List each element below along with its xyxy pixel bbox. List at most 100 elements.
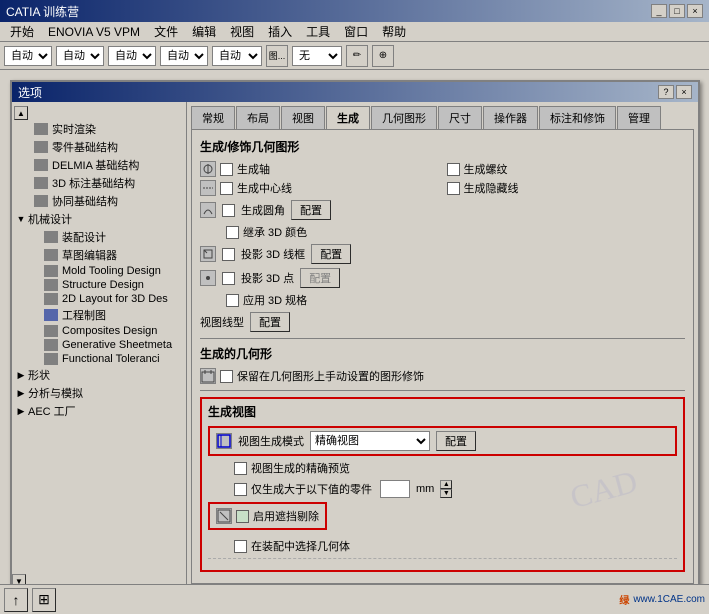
tab-geometry[interactable]: 几何图形 <box>371 106 437 129</box>
tab-operator[interactable]: 操作器 <box>483 106 538 129</box>
proj3d-checkbox[interactable] <box>222 248 235 261</box>
hidden-checkbox[interactable] <box>236 510 249 523</box>
tab-dimension[interactable]: 尺寸 <box>438 106 482 129</box>
tree-item-3d[interactable]: 3D 标注基础结构 <box>14 174 184 192</box>
toolbar-btn-3[interactable]: ⊕ <box>372 45 394 67</box>
tab-view[interactable]: 视图 <box>281 106 325 129</box>
spin-up[interactable]: ▲ <box>440 480 452 489</box>
gen-round-checkbox[interactable] <box>222 204 235 217</box>
part-icon <box>34 141 48 153</box>
config-btn-2[interactable]: 配置 <box>311 244 351 264</box>
toolbar-btn-1[interactable]: 图... <box>266 45 288 67</box>
tree-item-toleranci[interactable]: Functional Toleranci <box>14 352 184 366</box>
tab-manage[interactable]: 管理 <box>617 106 661 129</box>
gen-axis-checkbox[interactable] <box>220 163 233 176</box>
tree-group-mechanical[interactable]: ▼ 机械设计 <box>14 210 184 228</box>
preview-checkbox[interactable] <box>234 462 247 475</box>
toolbar-select-1[interactable]: 自动 <box>4 46 52 66</box>
aec-arrow: ▶ <box>16 406 26 416</box>
section3-box: 生成视图 视图生成模式 精确视图 配置 <box>200 397 685 572</box>
menu-view[interactable]: 视图 <box>224 21 260 42</box>
config-btn-1[interactable]: 配置 <box>291 200 331 220</box>
tree-item-part[interactable]: 零件基础结构 <box>14 138 184 156</box>
proj3dpt-icon <box>200 270 216 286</box>
left-scroll-up[interactable]: ▲ <box>14 106 28 120</box>
tree-group-analysis[interactable]: ▶ 分析与模拟 <box>14 384 184 402</box>
size-input[interactable] <box>380 480 410 498</box>
inherit-color-checkbox[interactable] <box>226 226 239 239</box>
tree-item-sketch[interactable]: 草图编辑器 <box>14 246 184 264</box>
toolbar-select-6[interactable]: 无 <box>292 46 342 66</box>
toolbar-select-4[interactable]: 自动 <box>160 46 208 66</box>
gen-centerline-checkbox[interactable] <box>220 182 233 195</box>
assembly-icon <box>44 231 58 243</box>
tree-item-drawing-label: 工程制图 <box>62 307 106 323</box>
menu-help[interactable]: 帮助 <box>376 21 412 42</box>
menu-file[interactable]: 文件 <box>148 21 184 42</box>
viewgenmode-select[interactable]: 精确视图 <box>310 431 430 451</box>
gen-hidden-checkbox[interactable] <box>447 182 460 195</box>
viewline-config-btn[interactable]: 配置 <box>250 312 290 332</box>
tab-general[interactable]: 常规 <box>191 106 235 129</box>
gen-thread-checkbox[interactable] <box>447 163 460 176</box>
tree-item-render[interactable]: 实时渲染 <box>14 120 184 138</box>
tree-item-assembly[interactable]: 装配设计 <box>14 228 184 246</box>
select-geom-label: 在装配中选择几何体 <box>251 538 350 554</box>
toolbar-select-5[interactable]: 自动 <box>212 46 262 66</box>
proj3dpt-label: 投影 3D 点 <box>241 270 294 286</box>
tree-item-delmia[interactable]: DELMIA 基础结构 <box>14 156 184 174</box>
render-icon <box>34 123 48 135</box>
tab-generate[interactable]: 生成 <box>326 106 370 129</box>
tree-item-structure[interactable]: Structure Design <box>14 278 184 292</box>
tab-layout[interactable]: 布局 <box>236 106 280 129</box>
maximize-button[interactable]: □ <box>669 4 685 18</box>
keep-geom-checkbox[interactable] <box>220 370 233 383</box>
tree-group-aec[interactable]: ▶ AEC 工厂 <box>14 402 184 420</box>
tab-annotation[interactable]: 标注和修饰 <box>539 106 616 129</box>
composites-icon <box>44 325 58 337</box>
toolbar-select-2[interactable]: 自动 <box>56 46 104 66</box>
config-btn-3[interactable]: 配置 <box>300 268 340 288</box>
tree-item-sketch-label: 草图编辑器 <box>62 247 117 263</box>
apply3d-label: 应用 3D 规格 <box>243 292 307 308</box>
tree-item-2dlayout[interactable]: 2D Layout for 3D Des <box>14 292 184 306</box>
spin-down[interactable]: ▼ <box>440 489 452 498</box>
3d-icon <box>34 177 48 189</box>
menu-edit[interactable]: 编辑 <box>186 21 222 42</box>
dialog-close-button[interactable]: × <box>676 85 692 99</box>
menu-enovia[interactable]: ENOVIA V5 VPM <box>42 23 146 41</box>
tree-item-collab[interactable]: 协同基础结构 <box>14 192 184 210</box>
option-keep-geom: 保留在几何图形上手动设置的图形修饰 <box>200 368 685 384</box>
toolbar-btn-2[interactable]: ✏ <box>346 45 368 67</box>
tree-item-composites[interactable]: Composites Design <box>14 324 184 338</box>
gen-round-icon <box>200 202 216 218</box>
proj3dpt-checkbox[interactable] <box>222 272 235 285</box>
gen-thread-label: 生成螺纹 <box>464 161 508 177</box>
apply3d-checkbox[interactable] <box>226 294 239 307</box>
gen-axis-icon <box>200 161 216 177</box>
tree-item-sheetmeta[interactable]: Generative Sheetmeta <box>14 338 184 352</box>
gen-centerline-label: 生成中心线 <box>237 180 292 196</box>
menu-insert[interactable]: 插入 <box>262 21 298 42</box>
logo-cae: 绿 <box>619 592 629 607</box>
bottom-icon[interactable]: ↑ <box>4 588 28 612</box>
viewgenmode-row: 视图生成模式 精确视图 配置 <box>208 426 677 456</box>
close-button[interactable]: × <box>687 4 703 18</box>
dialog-body: ▲ 实时渲染 零件基础结构 DELMIA 基础结构 3D 标注基础结构 协同基础… <box>12 102 698 588</box>
toolbar-select-3[interactable]: 自动 <box>108 46 156 66</box>
tree-group-shape[interactable]: ▶ 形状 <box>14 366 184 384</box>
menu-tools[interactable]: 工具 <box>300 21 336 42</box>
select-geom-checkbox[interactable] <box>234 540 247 553</box>
dialog-help-button[interactable]: ? <box>658 85 674 99</box>
section3-title: 生成视图 <box>208 403 677 420</box>
tree-item-drawing[interactable]: 工程制图 <box>14 306 184 324</box>
menu-start[interactable]: 开始 <box>4 21 40 42</box>
menu-window[interactable]: 窗口 <box>338 21 374 42</box>
bottom-bar: ↑ ⊞ 绿 www.1CAE.com <box>0 584 709 614</box>
large-checkbox[interactable] <box>234 483 247 496</box>
viewgenmode-config-btn[interactable]: 配置 <box>436 431 476 451</box>
tree-item-mold[interactable]: Mold Tooling Design <box>14 264 184 278</box>
bottom-icon-2[interactable]: ⊞ <box>32 588 56 612</box>
minimize-button[interactable]: _ <box>651 4 667 18</box>
option-inherit-color: 继承 3D 颜色 <box>200 224 685 240</box>
